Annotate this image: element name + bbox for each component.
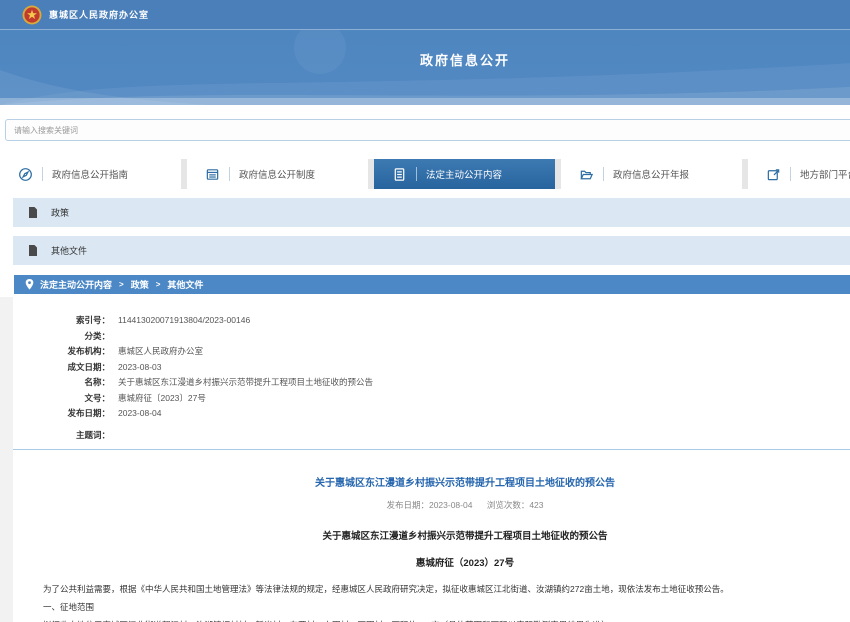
meta-row-category: 分类： xyxy=(13,329,850,345)
section-row-policy[interactable]: 政策 xyxy=(13,198,850,227)
meta-value xyxy=(110,329,118,345)
meta-label: 名称： xyxy=(13,375,110,391)
meta-value: 2023-08-04 xyxy=(110,406,161,422)
meta-label: 索引号： xyxy=(13,313,110,329)
article-publish-date: 发布日期：2023-08-04 xyxy=(386,500,472,510)
search-section xyxy=(0,105,850,159)
tab-label: 法定主动公开内容 xyxy=(426,167,502,181)
tab-label: 政府信息公开指南 xyxy=(52,167,128,181)
section-divider xyxy=(13,449,850,450)
meta-label: 成文日期： xyxy=(13,360,110,376)
document-number: 惠城府征（2023）27号 xyxy=(13,555,850,569)
tab-label: 政府信息公开年报 xyxy=(613,167,689,181)
section-row-other-documents[interactable]: 其他文件 xyxy=(13,236,850,265)
meta-value: 惠城区人民政府办公室 xyxy=(110,344,203,360)
tab-label: 地方部门平台链接 xyxy=(800,167,850,181)
content-panel: 索引号： 114413020071913804/2023-00146 分类： 发… xyxy=(0,297,850,622)
article-title-link[interactable]: 关于惠城区东江漫道乡村振兴示范带提升工程项目土地征收的预公告 xyxy=(13,474,850,489)
breadcrumb-separator: > xyxy=(156,280,161,289)
page-viewport: 惠城区人民政府办公室 政府信息公开 政府信息公开指南 xyxy=(0,0,850,622)
location-pin-icon xyxy=(25,279,34,290)
compass-icon xyxy=(18,167,33,182)
tab-disclosure-guide[interactable]: 政府信息公开指南 xyxy=(0,159,181,189)
article-meta: 发布日期：2023-08-04 浏览次数：423 xyxy=(13,499,850,511)
banner: 政府信息公开 xyxy=(0,30,850,105)
breadcrumb-item-other-documents[interactable]: 其他文件 xyxy=(167,278,203,291)
meta-value xyxy=(110,428,118,444)
site-name: 惠城区人民政府办公室 xyxy=(49,8,149,21)
search-input[interactable] xyxy=(5,119,850,141)
tab-divider xyxy=(416,167,417,181)
meta-row-issuing-agency: 发布机构： 惠城区人民政府办公室 xyxy=(13,344,850,360)
tab-divider xyxy=(229,167,230,181)
file-icon xyxy=(28,245,38,256)
section-label: 政策 xyxy=(51,206,69,219)
article-view-count: 浏览次数：423 xyxy=(487,500,544,510)
meta-label: 发布日期： xyxy=(13,406,110,422)
meta-label: 主题词： xyxy=(13,428,110,444)
list-icon xyxy=(205,167,220,182)
national-emblem-icon xyxy=(22,5,42,25)
tab-divider xyxy=(42,167,43,181)
tab-local-platform-links[interactable]: 地方部门平台链接 xyxy=(748,159,850,189)
article-body: 为了公共利益需要，根据《中华人民共和国土地管理法》等法律法规的规定，经惠城区人民… xyxy=(26,582,850,622)
document-icon xyxy=(392,167,407,182)
meta-label: 文号： xyxy=(13,391,110,407)
tab-disclosure-annual-report[interactable]: 政府信息公开年报 xyxy=(561,159,742,189)
breadcrumb-item-policy[interactable]: 政策 xyxy=(131,278,149,291)
file-icon xyxy=(28,207,38,218)
meta-value: 114413020071913804/2023-00146 xyxy=(110,313,250,329)
folder-icon xyxy=(579,167,594,182)
meta-row-title: 名称： 关于惠城区东江漫道乡村振兴示范带提升工程项目土地征收的预公告 xyxy=(13,375,850,391)
tab-divider xyxy=(603,167,604,181)
page-title: 政府信息公开 xyxy=(0,50,850,69)
meta-row-index-number: 索引号： 114413020071913804/2023-00146 xyxy=(13,313,850,329)
section-label: 其他文件 xyxy=(51,244,87,257)
banner-bottom-strip xyxy=(0,98,850,105)
breadcrumb-separator: > xyxy=(119,280,124,289)
meta-label: 分类： xyxy=(13,329,110,345)
article-paragraph: 拟征收土地位于惠城区江北街道望江村，汝湖镇虾村村、新光村、东亚村、上围村、下围村… xyxy=(26,618,850,622)
tab-disclosure-system[interactable]: 政府信息公开制度 xyxy=(187,159,368,189)
meta-row-publish-date: 发布日期： 2023-08-04 xyxy=(13,406,850,422)
tab-divider xyxy=(790,167,791,181)
nav-tabs: 政府信息公开指南 政府信息公开制度 xyxy=(0,159,850,189)
meta-row-doc-number: 文号： 惠城府征〔2023〕27号 xyxy=(13,391,850,407)
document-title: 关于惠城区东江漫道乡村振兴示范带提升工程项目土地征收的预公告 xyxy=(13,528,850,542)
link-icon xyxy=(766,167,781,182)
article-paragraph: 为了公共利益需要，根据《中华人民共和国土地管理法》等法律法规的规定，经惠城区人民… xyxy=(26,582,850,596)
article-paragraph: 一、征地范围 xyxy=(26,600,850,614)
meta-label: 发布机构： xyxy=(13,344,110,360)
meta-value: 2023-08-03 xyxy=(110,360,161,376)
meta-value: 惠城府征〔2023〕27号 xyxy=(110,391,206,407)
meta-row-written-date: 成文日期： 2023-08-03 xyxy=(13,360,850,376)
tab-statutory-disclosure-content[interactable]: 法定主动公开内容 xyxy=(374,159,555,189)
article-card: 索引号： 114413020071913804/2023-00146 分类： 发… xyxy=(13,297,850,622)
top-bar: 惠城区人民政府办公室 xyxy=(0,0,850,30)
meta-row-keywords: 主题词： xyxy=(13,428,850,444)
breadcrumb: 法定主动公开内容 > 政策 > 其他文件 xyxy=(14,275,850,294)
breadcrumb-item-statutory-content[interactable]: 法定主动公开内容 xyxy=(40,278,112,291)
tab-label: 政府信息公开制度 xyxy=(239,167,315,181)
meta-value: 关于惠城区东江漫道乡村振兴示范带提升工程项目土地征收的预公告 xyxy=(110,375,373,391)
